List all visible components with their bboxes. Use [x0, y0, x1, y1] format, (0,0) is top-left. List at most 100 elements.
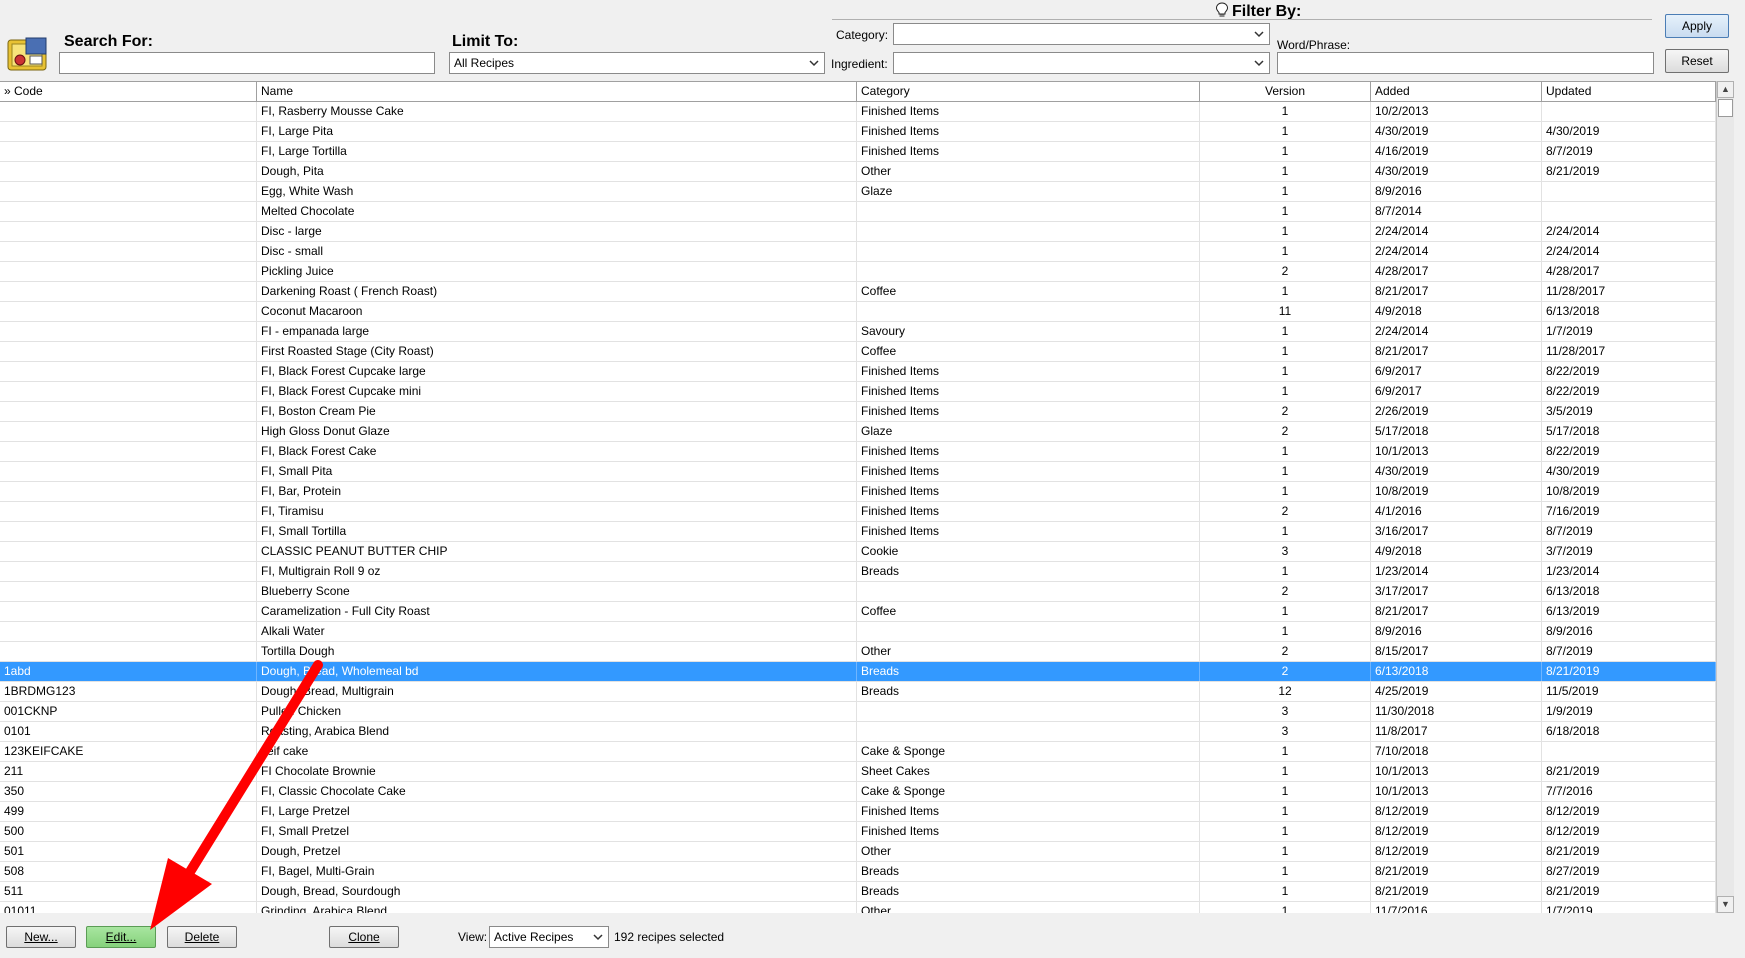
table-row[interactable]: 211 FI Chocolate Brownie Sheet Cakes 1 10/1/…: [0, 762, 1716, 782]
table-row[interactable]: CLASSIC PEANUT BUTTER CHIP Cookie 3 4/9/201…: [0, 542, 1716, 562]
table-row[interactable]: Egg, White Wash Glaze 1 8/9/2016: [0, 182, 1716, 202]
cell-version: 1: [1200, 802, 1371, 821]
search-for-label: Search For:: [64, 33, 153, 50]
column-header-category[interactable]: Category: [857, 82, 1200, 101]
clone-button[interactable]: Clone: [329, 926, 399, 948]
cell-name: Pulled Chicken: [257, 702, 857, 721]
cell-name: FI, Bar, Protein: [257, 482, 857, 501]
table-row[interactable]: Melted Chocolate 1 8/7/2014: [0, 202, 1716, 222]
table-row[interactable]: FI, Bar, Protein Finished Items 1 10/8/2019…: [0, 482, 1716, 502]
cell-category: Cake & Sponge: [857, 742, 1200, 761]
cell-updated: 6/13/2018: [1542, 302, 1716, 321]
cell-added: 8/21/2019: [1371, 862, 1542, 881]
table-row[interactable]: 499 FI, Large Pretzel Finished Items 1 8/12/…: [0, 802, 1716, 822]
word-phrase-input[interactable]: [1277, 52, 1654, 74]
table-row[interactable]: 501 Dough, Pretzel Other 1 8/12/2019 8/21/201…: [0, 842, 1716, 862]
cell-name: Pickling Juice: [257, 262, 857, 281]
table-row[interactable]: FI, Rasberry Mousse Cake Finished Items 1 1…: [0, 102, 1716, 122]
table-row[interactable]: Alkali Water 1 8/9/2016 8/9/2016: [0, 622, 1716, 642]
table-row[interactable]: Blueberry Scone 2 3/17/2017 6/13/2018: [0, 582, 1716, 602]
cell-code: [0, 642, 257, 661]
reset-button[interactable]: Reset: [1665, 49, 1729, 73]
table-row[interactable]: Dough, Pita Other 1 4/30/2019 8/21/2019: [0, 162, 1716, 182]
cell-name: Dough, Pita: [257, 162, 857, 181]
table-row[interactable]: FI, Small Pita Finished Items 1 4/30/2019 4/…: [0, 462, 1716, 482]
table-row[interactable]: FI, Small Tortilla Finished Items 1 3/16/20…: [0, 522, 1716, 542]
table-row[interactable]: FI, Large Tortilla Finished Items 1 4/16/20…: [0, 142, 1716, 162]
apply-button[interactable]: Apply: [1665, 14, 1729, 38]
cell-version: 2: [1200, 422, 1371, 441]
table-row[interactable]: FI, Black Forest Cupcake large Finished I…: [0, 362, 1716, 382]
column-header-updated[interactable]: Updated: [1542, 82, 1716, 101]
table-row[interactable]: 350 FI, Classic Chocolate Cake Cake & Spon…: [0, 782, 1716, 802]
search-input[interactable]: [59, 52, 435, 74]
column-header-name[interactable]: Name: [257, 82, 857, 101]
table-row[interactable]: Coconut Macaroon 11 4/9/2018 6/13/2018: [0, 302, 1716, 322]
table-row[interactable]: FI, Large Pita Finished Items 1 4/30/2019 4/…: [0, 122, 1716, 142]
table-row[interactable]: 508 FI, Bagel, Multi-Grain Breads 1 8/21/201…: [0, 862, 1716, 882]
table-row[interactable]: Pickling Juice 2 4/28/2017 4/28/2017: [0, 262, 1716, 282]
table-row[interactable]: Tortilla Dough Other 2 8/15/2017 8/7/2019: [0, 642, 1716, 662]
cell-added: 8/21/2017: [1371, 342, 1542, 361]
cell-updated: 1/7/2019: [1542, 322, 1716, 341]
view-select[interactable]: Active Recipes: [489, 926, 609, 948]
table-row[interactable]: Caramelization - Full City Roast Coffee 1 8…: [0, 602, 1716, 622]
table-row[interactable]: 1abd Dough, Bread, Wholemeal bd Breads 2 6/1…: [0, 662, 1716, 682]
table-row[interactable]: High Gloss Donut Glaze Glaze 2 5/17/2018 5/1…: [0, 422, 1716, 442]
cell-name: FI, Black Forest Cupcake mini: [257, 382, 857, 401]
cell-version: 1: [1200, 162, 1371, 181]
vertical-scrollbar[interactable]: ▲ ▼: [1716, 81, 1734, 913]
new-button[interactable]: New...: [6, 926, 76, 948]
table-row[interactable]: FI, Boston Cream Pie Finished Items 2 2/26/…: [0, 402, 1716, 422]
table-row[interactable]: Disc - small 1 2/24/2014 2/24/2014: [0, 242, 1716, 262]
table-row[interactable]: Darkening Roast ( French Roast) Coffee 1 8/…: [0, 282, 1716, 302]
cell-category: Coffee: [857, 602, 1200, 621]
cell-added: 5/17/2018: [1371, 422, 1542, 441]
cell-updated: 8/21/2019: [1542, 162, 1716, 181]
cell-version: 1: [1200, 782, 1371, 801]
table-row[interactable]: 500 FI, Small Pretzel Finished Items 1 8/12/…: [0, 822, 1716, 842]
cell-version: 1: [1200, 122, 1371, 141]
scroll-down-icon[interactable]: ▼: [1717, 896, 1734, 913]
table-row[interactable]: 001CKNP Pulled Chicken 3 11/30/2018 1/9/2019: [0, 702, 1716, 722]
table-row[interactable]: 123KEIFCAKE keif cake Cake & Sponge 1 7/10/2…: [0, 742, 1716, 762]
cell-updated: [1542, 182, 1716, 201]
cell-added: 4/9/2018: [1371, 302, 1542, 321]
table-row[interactable]: 0101 Roasting, Arabica Blend 3 11/8/2017 6/1…: [0, 722, 1716, 742]
chevron-down-icon: [593, 934, 603, 941]
filter-divider: [832, 19, 1652, 20]
table-row[interactable]: Disc - large 1 2/24/2014 2/24/2014: [0, 222, 1716, 242]
cell-version: 1: [1200, 342, 1371, 361]
table-row[interactable]: 1BRDMG123 Dough, Bread, Multigrain Breads 1…: [0, 682, 1716, 702]
bottom-toolbar: New... Edit... Delete Clone View: Active…: [0, 913, 1745, 958]
cell-added: 7/10/2018: [1371, 742, 1542, 761]
cell-updated: [1542, 742, 1716, 761]
scroll-up-icon[interactable]: ▲: [1717, 81, 1734, 98]
ingredient-filter-label: Ingredient:: [831, 57, 888, 71]
table-row[interactable]: First Roasted Stage (City Roast) Coffee 1 8…: [0, 342, 1716, 362]
cell-version: 1: [1200, 362, 1371, 381]
table-row[interactable]: FI, Black Forest Cupcake mini Finished It…: [0, 382, 1716, 402]
table-row[interactable]: FI, Black Forest Cake Finished Items 1 10/1…: [0, 442, 1716, 462]
category-filter-select[interactable]: [893, 23, 1270, 45]
ingredient-filter-select[interactable]: [893, 52, 1270, 74]
cell-category: [857, 702, 1200, 721]
cell-code: [0, 162, 257, 181]
cell-name: FI, Boston Cream Pie: [257, 402, 857, 421]
table-row[interactable]: FI, Multigrain Roll 9 oz Breads 1 1/23/2014…: [0, 562, 1716, 582]
column-header-code[interactable]: » Code: [0, 82, 257, 101]
cell-code: 500: [0, 822, 257, 841]
table-row[interactable]: 511 Dough, Bread, Sourdough Breads 1 8/21/20…: [0, 882, 1716, 902]
limit-to-select[interactable]: All Recipes: [449, 52, 825, 74]
column-header-added[interactable]: Added: [1371, 82, 1542, 101]
table-row[interactable]: FI, Tiramisu Finished Items 2 4/1/2016 7/16/…: [0, 502, 1716, 522]
edit-button[interactable]: Edit...: [86, 926, 156, 948]
column-header-version[interactable]: Version: [1200, 82, 1371, 101]
cell-name: Caramelization - Full City Roast: [257, 602, 857, 621]
cell-added: 8/15/2017: [1371, 642, 1542, 661]
delete-button[interactable]: Delete: [167, 926, 237, 948]
table-row[interactable]: FI - empanada large Savoury 1 2/24/2014 1/7/…: [0, 322, 1716, 342]
scrollbar-thumb[interactable]: [1718, 99, 1733, 117]
cell-code: [0, 342, 257, 361]
cell-added: 11/8/2017: [1371, 722, 1542, 741]
